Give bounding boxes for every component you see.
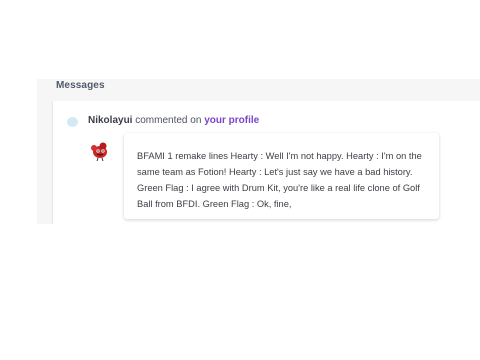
comment-action: commented on	[135, 115, 202, 126]
messages-title: Messages	[56, 80, 105, 91]
avatar-icon[interactable]	[89, 140, 111, 162]
message-item: Nikolayui commented on your profile BFAM…	[52, 101, 480, 224]
unread-dot-icon	[67, 117, 78, 127]
message-header: Nikolayui commented on your profile	[88, 115, 259, 126]
messages-panel: Messages Nikolayui commented on your pro…	[37, 79, 480, 224]
comment-card: BFAMI 1 remake lines Hearty : Well I'm n…	[124, 133, 439, 219]
comment-body: BFAMI 1 remake lines Hearty : Well I'm n…	[137, 151, 422, 209]
your-profile-link[interactable]: your profile	[204, 115, 259, 126]
comment-username[interactable]: Nikolayui	[88, 115, 132, 126]
